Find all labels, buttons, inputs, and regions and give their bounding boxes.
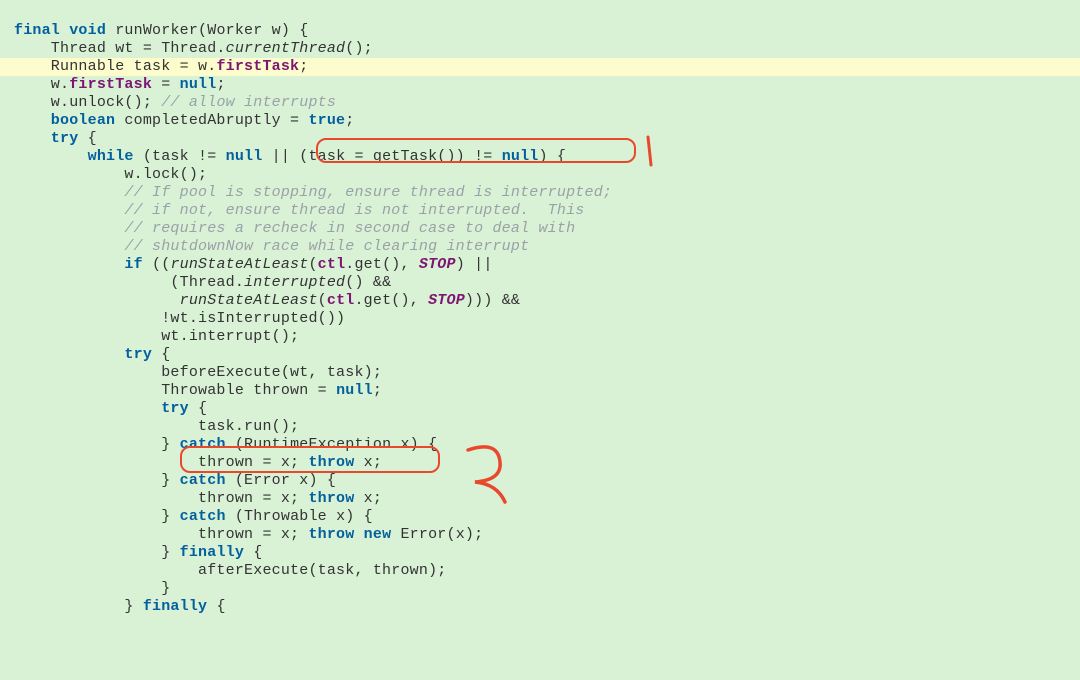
- code-line: task.run();: [14, 418, 299, 435]
- code-line: !wt.isInterrupted()): [14, 310, 345, 327]
- code-line: } finally {: [14, 544, 262, 561]
- code-line: // If pool is stopping, ensure thread is…: [14, 184, 612, 201]
- code-line: try {: [14, 346, 170, 363]
- code-line: thrown = x; throw new Error(x);: [14, 526, 483, 543]
- code-line: Thread wt = Thread.currentThread();: [14, 40, 373, 57]
- code-line: } catch (Throwable x) {: [14, 508, 373, 525]
- code-line: (Thread.interrupted() &&: [14, 274, 391, 291]
- code-line: w.unlock(); // allow interrupts: [14, 94, 336, 111]
- code-line: beforeExecute(wt, task);: [14, 364, 382, 381]
- code-line: boolean completedAbruptly = true;: [14, 112, 354, 129]
- code-line: // if not, ensure thread is not interrup…: [14, 202, 585, 219]
- code-line: } catch (Error x) {: [14, 472, 336, 489]
- code-line: } finally {: [14, 598, 226, 615]
- code-block: final void runWorker(Worker w) { Thread …: [0, 0, 1080, 616]
- code-line: runStateAtLeast(ctl.get(), STOP))) &&: [14, 292, 520, 309]
- code-line-highlighted: Runnable task = w.firstTask;: [0, 58, 1080, 76]
- code-line: try {: [14, 400, 207, 417]
- code-line: w.lock();: [14, 166, 207, 183]
- code-line: }: [14, 580, 170, 597]
- code-line: w.firstTask = null;: [14, 76, 226, 93]
- code-line: while (task != null || (task = getTask()…: [14, 148, 566, 165]
- code-line: // shutdownNow race while clearing inter…: [14, 238, 529, 255]
- code-line: if ((runStateAtLeast(ctl.get(), STOP) ||: [14, 256, 493, 273]
- code-line: thrown = x; throw x;: [14, 454, 382, 471]
- code-line: // requires a recheck in second case to …: [14, 220, 575, 237]
- code-line: afterExecute(task, thrown);: [14, 562, 446, 579]
- code-line: wt.interrupt();: [14, 328, 299, 345]
- code-line: } catch (RuntimeException x) {: [14, 436, 437, 453]
- code-line: final void runWorker(Worker w) {: [14, 22, 308, 39]
- code-line: thrown = x; throw x;: [14, 490, 382, 507]
- code-line: Throwable thrown = null;: [14, 382, 382, 399]
- code-line: try {: [14, 130, 97, 147]
